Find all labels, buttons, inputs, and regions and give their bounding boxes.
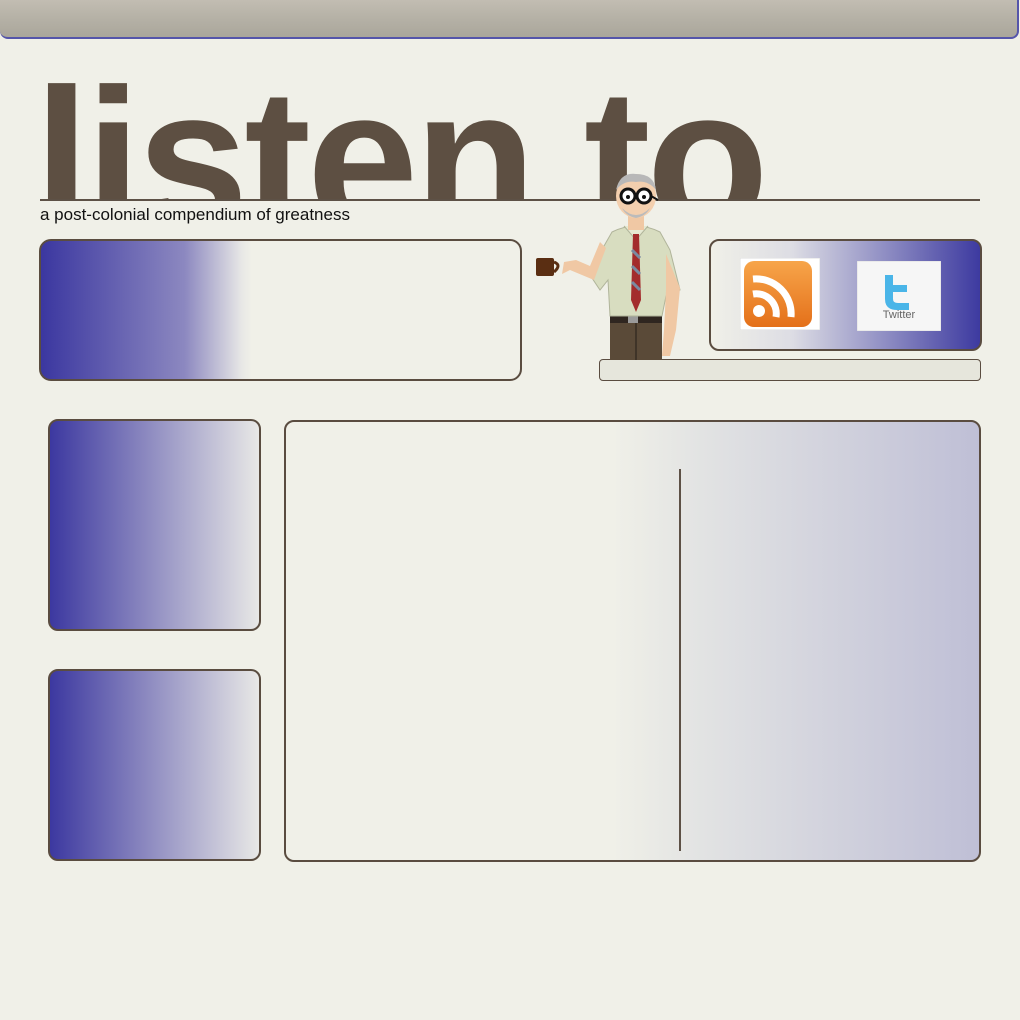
content-column-divider [679, 469, 681, 851]
sidebar-panel-2 [48, 669, 261, 861]
twitter-label: Twitter [882, 309, 916, 321]
site-title-area: listen to [34, 60, 984, 200]
site-tagline: a post-colonial compendium of greatness [40, 205, 350, 224]
main-content-panel [284, 420, 981, 862]
professor-illustration [536, 173, 681, 360]
sidebar-panel-1 [48, 419, 261, 631]
title-divider [40, 199, 980, 201]
top-bar [0, 0, 1019, 39]
rss-icon[interactable] [740, 258, 820, 330]
banner-panel [39, 239, 522, 381]
